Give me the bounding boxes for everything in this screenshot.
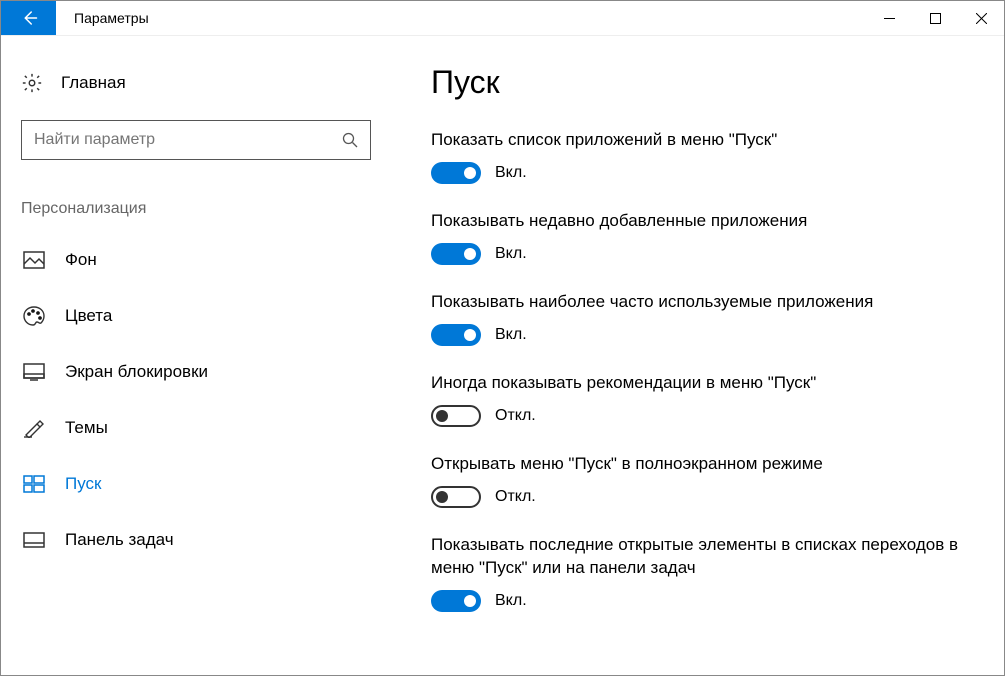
- setting-label: Показывать последние открытые элементы в…: [431, 534, 974, 580]
- toggle-switch[interactable]: [431, 590, 481, 612]
- toggle-switch[interactable]: [431, 405, 481, 427]
- sidebar-item-label: Фон: [65, 250, 97, 270]
- setting-label: Показывать недавно добавленные приложени…: [431, 210, 974, 233]
- window-controls: [866, 1, 1004, 35]
- setting-item: Открывать меню "Пуск" в полноэкранном ре…: [431, 453, 974, 508]
- window-title: Параметры: [56, 1, 866, 35]
- toggle-state-text: Откл.: [495, 407, 536, 425]
- sidebar-item-background[interactable]: Фон: [21, 238, 371, 282]
- toggle-knob: [436, 491, 448, 503]
- picture-icon: [23, 250, 45, 270]
- toggle-knob: [464, 248, 476, 260]
- sidebar-item-label: Темы: [65, 418, 108, 438]
- toggle-switch[interactable]: [431, 243, 481, 265]
- sidebar-item-colors[interactable]: Цвета: [21, 294, 371, 338]
- toggle-knob: [464, 167, 476, 179]
- themes-icon: [23, 418, 45, 438]
- setting-label: Открывать меню "Пуск" в полноэкранном ре…: [431, 453, 974, 476]
- sidebar-item-label: Экран блокировки: [65, 362, 208, 382]
- lockscreen-icon: [23, 362, 45, 382]
- setting-item: Показывать наиболее часто используемые п…: [431, 291, 974, 346]
- gear-icon: [21, 72, 43, 94]
- sidebar: Главная Персонализация Фон Цвета Экран б…: [1, 36, 391, 675]
- minimize-button[interactable]: [866, 1, 912, 35]
- home-label: Главная: [61, 73, 126, 93]
- close-icon: [976, 13, 987, 24]
- setting-label: Показать список приложений в меню "Пуск": [431, 129, 974, 152]
- sidebar-item-taskbar[interactable]: Панель задач: [21, 518, 371, 562]
- close-button[interactable]: [958, 1, 1004, 35]
- titlebar: Параметры: [1, 1, 1004, 36]
- sidebar-item-label: Цвета: [65, 306, 112, 326]
- minimize-icon: [884, 13, 895, 24]
- page-heading: Пуск: [431, 64, 974, 101]
- setting-label: Иногда показывать рекомендации в меню "П…: [431, 372, 974, 395]
- toggle-row: Откл.: [431, 486, 974, 508]
- toggle-row: Вкл.: [431, 162, 974, 184]
- sidebar-item-themes[interactable]: Темы: [21, 406, 371, 450]
- home-link[interactable]: Главная: [21, 66, 371, 102]
- taskbar-icon: [23, 530, 45, 550]
- toggle-switch[interactable]: [431, 162, 481, 184]
- settings-window: Параметры Главная Персонализация Фон: [0, 0, 1005, 676]
- search-input[interactable]: [34, 131, 342, 149]
- toggle-knob: [464, 595, 476, 607]
- search-box[interactable]: [21, 120, 371, 160]
- setting-item: Показывать недавно добавленные приложени…: [431, 210, 974, 265]
- start-icon: [23, 474, 45, 494]
- toggle-state-text: Откл.: [495, 488, 536, 506]
- toggle-row: Откл.: [431, 405, 974, 427]
- main-panel: Пуск Показать список приложений в меню "…: [391, 36, 1004, 675]
- maximize-button[interactable]: [912, 1, 958, 35]
- back-button[interactable]: [1, 1, 56, 35]
- sidebar-item-start[interactable]: Пуск: [21, 462, 371, 506]
- toggle-row: Вкл.: [431, 324, 974, 346]
- toggle-state-text: Вкл.: [495, 164, 527, 182]
- sidebar-item-lockscreen[interactable]: Экран блокировки: [21, 350, 371, 394]
- sidebar-item-label: Пуск: [65, 474, 101, 494]
- toggle-state-text: Вкл.: [495, 326, 527, 344]
- maximize-icon: [930, 13, 941, 24]
- toggle-knob: [436, 410, 448, 422]
- toggle-knob: [464, 329, 476, 341]
- toggle-row: Вкл.: [431, 590, 974, 612]
- content: Главная Персонализация Фон Цвета Экран б…: [1, 36, 1004, 675]
- setting-item: Показать список приложений в меню "Пуск"…: [431, 129, 974, 184]
- arrow-left-icon: [20, 9, 38, 27]
- toggle-row: Вкл.: [431, 243, 974, 265]
- sidebar-item-label: Панель задач: [65, 530, 174, 550]
- search-icon: [342, 132, 358, 148]
- toggle-state-text: Вкл.: [495, 245, 527, 263]
- toggle-switch[interactable]: [431, 486, 481, 508]
- toggle-switch[interactable]: [431, 324, 481, 346]
- category-header: Персонализация: [21, 200, 371, 218]
- toggle-state-text: Вкл.: [495, 592, 527, 610]
- setting-item: Иногда показывать рекомендации в меню "П…: [431, 372, 974, 427]
- setting-label: Показывать наиболее часто используемые п…: [431, 291, 974, 314]
- setting-item: Показывать последние открытые элементы в…: [431, 534, 974, 612]
- palette-icon: [23, 306, 45, 326]
